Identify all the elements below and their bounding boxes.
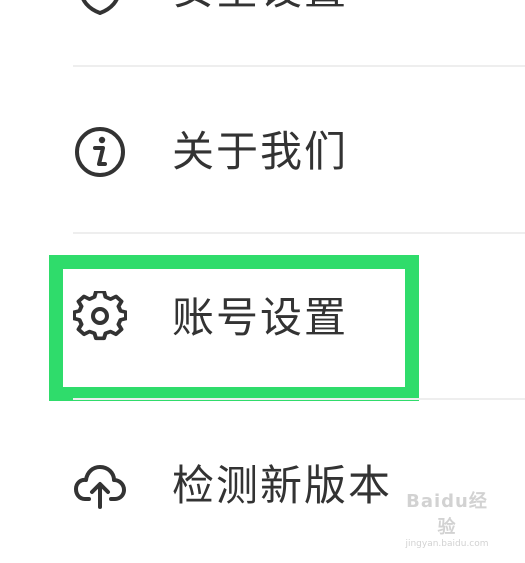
shield-icon [73, 0, 127, 17]
watermark-site: jingyan.baidu.com [405, 539, 489, 549]
menu-item-account-settings[interactable]: 账号设置 [0, 270, 525, 366]
menu-item-security-settings[interactable]: 安全设置 [0, 0, 525, 38]
gear-icon [73, 291, 127, 345]
info-icon [73, 125, 127, 179]
menu-item-label: 安全设置 [172, 0, 348, 14]
divider [73, 232, 525, 234]
menu-item-label: 账号设置 [172, 293, 349, 342]
watermark: Baidu经验 jingyan.baidu.com [397, 487, 497, 549]
watermark-brand: Baidu经验 [406, 491, 488, 538]
cloud-upload-icon [73, 459, 127, 513]
divider [73, 398, 525, 400]
menu-item-label: 关于我们 [172, 127, 349, 176]
divider [73, 65, 525, 67]
menu-item-label: 检测新版本 [172, 461, 393, 510]
menu-item-about-us[interactable]: 关于我们 [0, 104, 525, 200]
